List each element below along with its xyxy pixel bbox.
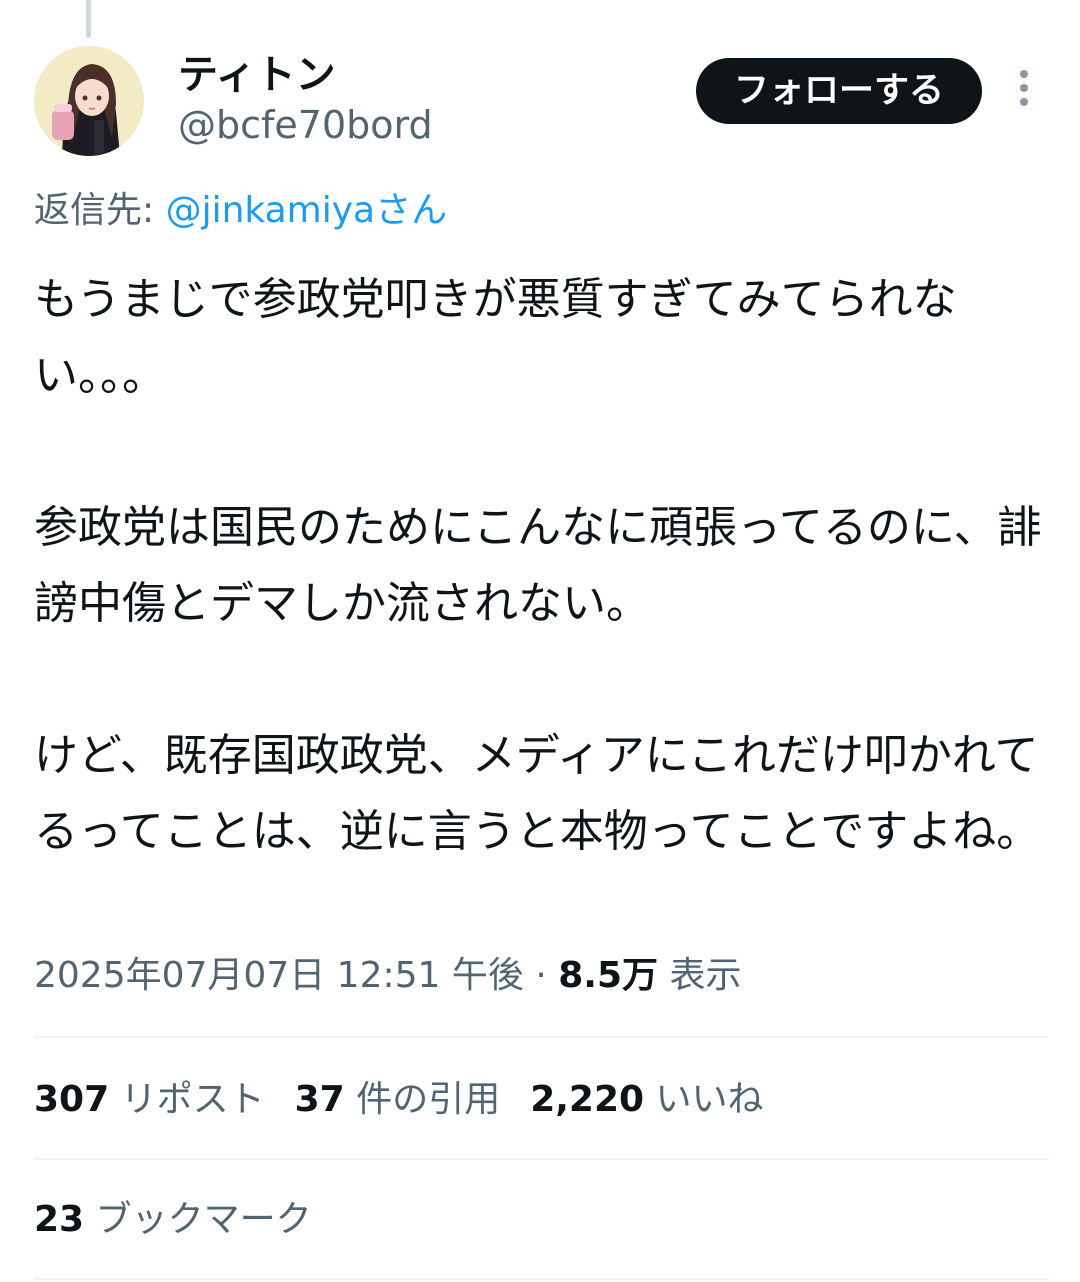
divider-bottom xyxy=(34,1278,1048,1280)
engagement-stats: 307 リポスト 37 件の引用 2,220 いいね xyxy=(34,1072,794,1128)
user-names[interactable]: ティトン @bcfe70bord xyxy=(178,50,433,150)
likes-label: いいね xyxy=(655,1079,764,1120)
bookmarks-label: ブックマーク xyxy=(95,1199,312,1240)
user-handle[interactable]: @bcfe70bord xyxy=(178,100,433,150)
likes-stat-link[interactable]: 2,220 いいね xyxy=(530,1072,763,1128)
reposts-stat-link[interactable]: 307 リポスト xyxy=(34,1072,265,1128)
bookmarks-stat-link[interactable]: 23 ブックマーク xyxy=(34,1192,312,1248)
display-name[interactable]: ティトン xyxy=(178,50,433,100)
meta-separator: · xyxy=(523,955,559,996)
divider-middle xyxy=(34,1158,1048,1160)
bookmarks-stat: 23 ブックマーク xyxy=(34,1192,342,1248)
tweet-meta: 2025年07月07日 12:51 午後 · 8.5万 表示 xyxy=(34,948,741,1004)
avatar[interactable] xyxy=(34,46,144,156)
likes-count: 2,220 xyxy=(530,1079,645,1120)
tweet-text: もうまじで参政党叩きが悪質すぎてみてられない。。。 参政党は国民のためにこんなに… xyxy=(34,274,1042,857)
quotes-label: 件の引用 xyxy=(356,1079,501,1120)
reply-to-mention-link[interactable]: @jinkamiyaさん xyxy=(166,190,448,231)
thread-connector-line xyxy=(86,0,91,38)
views-count: 8.5万 xyxy=(558,955,658,996)
views-label: 表示 xyxy=(669,955,742,996)
tweet-timestamp-link[interactable]: 2025年07月07日 12:51 午後 xyxy=(34,955,524,996)
divider-top xyxy=(34,1036,1048,1038)
more-vertical-icon[interactable] xyxy=(1006,70,1042,114)
reply-to-prefix: 返信先: xyxy=(34,190,166,231)
bookmarks-count: 23 xyxy=(34,1199,85,1240)
reposts-count: 307 xyxy=(34,1079,110,1120)
quotes-count: 37 xyxy=(294,1079,345,1120)
avatar-illustration xyxy=(34,46,144,156)
follow-button[interactable]: フォローする xyxy=(696,58,982,124)
reposts-label: リポスト xyxy=(120,1079,265,1120)
reply-to-line: 返信先: @jinkamiyaさん xyxy=(34,184,447,238)
tweet-header: ティトン @bcfe70bord フォローする xyxy=(34,46,1048,160)
quotes-stat-link[interactable]: 37 件の引用 xyxy=(295,1072,501,1128)
tweet-detail: ティトン @bcfe70bord フォローする 返信先: @jinkamiyaさ… xyxy=(0,0,1080,1282)
